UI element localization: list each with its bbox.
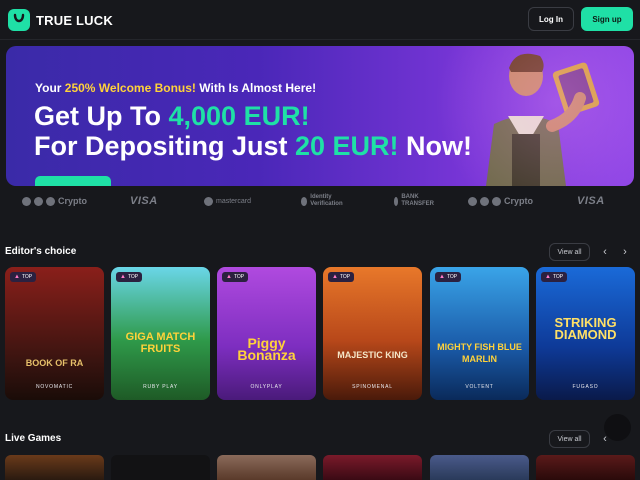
bank-icon — [394, 196, 399, 206]
payment-crypto: Crypto — [22, 191, 87, 211]
brand-name: TRUE LUCK — [36, 12, 113, 28]
game-title: BOOK OF RA — [25, 358, 84, 368]
payment-methods-strip: Crypto VISA mastercard Identity Verifica… — [0, 191, 640, 211]
chevron-left-icon[interactable]: ‹ — [598, 243, 612, 261]
game-provider: NOVOMATIC — [35, 384, 74, 390]
editors-choice-carousel: ▲ TOP BOOK OF RA NOVOMATIC ▲ TOP GIGA MATC… — [5, 267, 635, 400]
payment-identity: Identity Verification — [301, 191, 349, 211]
banner-subtitle: Your 250% Welcome Bonus! With Is Almost … — [35, 81, 317, 95]
promo-banner[interactable]: Your 250% Welcome Bonus! With Is Almost … — [6, 46, 634, 186]
payment-mastercard: mastercard — [204, 191, 251, 211]
live-game-tile[interactable] — [111, 455, 210, 480]
game-title: Piggy Bonanza — [237, 335, 296, 363]
game-provider: RUBY PLAY — [143, 384, 178, 390]
top-badge: ▲ TOP — [116, 272, 143, 282]
game-tile-book-of-ra[interactable]: ▲ TOP BOOK OF RA NOVOMATIC — [5, 267, 104, 400]
game-provider: ONLYPLAY — [250, 384, 283, 390]
identity-icon — [301, 196, 308, 206]
game-provider: FUGASO — [572, 384, 599, 390]
flame-icon: ▲ — [120, 274, 126, 280]
mastercard-logo — [204, 196, 213, 206]
top-badge: ▲ TOP — [328, 272, 355, 282]
live-game-tile[interactable] — [323, 455, 422, 480]
horseshoe-icon — [8, 9, 30, 31]
top-bar: TRUE LUCK Log In Sign up — [0, 0, 640, 40]
game-tile-mighty-fish[interactable]: ▲ TOP MIGHTY FISH BLUE MARLIN VOLTENT — [430, 267, 529, 400]
payment-visa: VISA — [130, 195, 158, 207]
game-title: MAJESTIC KING — [337, 350, 408, 360]
game-tile-giga-match-fruits[interactable]: ▲ TOP GIGA MATCH FRUITS RUBY PLAY — [111, 267, 210, 400]
chevron-right-icon[interactable]: › — [618, 243, 632, 261]
live-game-tile[interactable] — [536, 455, 635, 480]
top-badge: ▲ TOP — [222, 272, 249, 282]
live-games-view-all[interactable]: View all — [549, 430, 590, 448]
game-title: MIGHTY FISH BLUE MARLIN — [437, 342, 522, 364]
game-title: GIGA MATCH FRUITS — [125, 331, 196, 355]
editors-choice-title: Editor's choice — [5, 246, 77, 257]
banner-cta-button[interactable] — [35, 176, 111, 186]
game-tile-striking-diamond[interactable]: ▲ TOP STRIKING DIAMOND FUGASO — [536, 267, 635, 400]
adventurer-illustration — [486, 53, 600, 186]
top-badge: ▲ TOP — [541, 272, 568, 282]
live-games-title: Live Games — [5, 433, 62, 444]
game-provider: SPINOMENAL — [352, 384, 393, 390]
live-game-tile[interactable] — [217, 455, 316, 480]
game-title: STRIKING DIAMOND — [554, 315, 617, 342]
login-button[interactable]: Log In — [528, 7, 574, 31]
payment-bank: BANK TRANSFER — [394, 191, 434, 211]
flame-icon: ▲ — [14, 274, 20, 280]
payment-crypto-2: Crypto — [468, 191, 533, 211]
banner-headline: Get Up To 4,000 EUR! For Depositing Just… — [34, 101, 473, 161]
signup-button[interactable]: Sign up — [581, 7, 633, 31]
game-tile-majestic-king[interactable]: ▲ TOP MAJESTIC KING SPINOMENAL — [323, 267, 422, 400]
live-game-tile[interactable] — [430, 455, 529, 480]
flame-icon: ▲ — [226, 274, 232, 280]
chat-icon[interactable] — [604, 414, 631, 441]
flame-icon: ▲ — [332, 274, 338, 280]
flame-icon: ▲ — [545, 274, 551, 280]
flame-icon: ▲ — [439, 274, 445, 280]
top-badge: ▲ TOP — [435, 272, 462, 282]
crypto-coins-icon — [22, 196, 31, 206]
payment-visa-2: VISA — [577, 195, 605, 207]
game-tile-piggy-bonanza[interactable]: ▲ TOP Piggy Bonanza ONLYPLAY — [217, 267, 316, 400]
live-game-tile[interactable] — [5, 455, 104, 480]
live-games-carousel — [5, 455, 635, 480]
brand-logo[interactable]: TRUE LUCK — [8, 9, 113, 31]
game-provider: VOLTENT — [465, 384, 494, 390]
editors-choice-view-all[interactable]: View all — [549, 243, 590, 261]
top-badge: ▲ TOP — [10, 272, 37, 282]
crypto-coins-icon — [468, 196, 477, 206]
